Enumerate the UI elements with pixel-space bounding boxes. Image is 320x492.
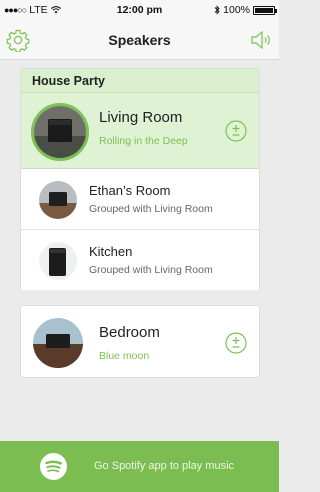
speaker-avatar [39, 181, 77, 219]
speaker-group-card: House Party Living Room Rolling in the D… [20, 68, 260, 290]
speaker-avatar [33, 318, 83, 368]
nav-bar: Speakers [0, 20, 279, 60]
group-member-row[interactable]: Kitchen Grouped with Living Room [21, 230, 259, 290]
plus-minus-icon[interactable] [225, 332, 247, 354]
group-status: Grouped with Living Room [89, 203, 213, 215]
battery-icon [253, 5, 277, 15]
spotify-icon [40, 453, 67, 480]
room-name: Living Room [99, 109, 183, 126]
group-status: Grouped with Living Room [89, 264, 213, 276]
plus-minus-icon[interactable] [225, 120, 247, 142]
speaker-card[interactable]: Bedroom Blue moon [20, 305, 260, 378]
page-title: Speakers [108, 32, 171, 48]
speaker-avatar [31, 103, 89, 161]
speaker-icon[interactable] [249, 28, 273, 52]
now-playing: Blue moon [99, 350, 150, 362]
now-playing: Rolling in the Deep [99, 135, 188, 147]
speaker-avatar [39, 242, 77, 280]
bluetooth-icon [214, 5, 220, 15]
room-name: Kitchen [89, 244, 133, 259]
status-right: 100% [214, 4, 277, 16]
spotify-label: Go Spotify app to play music [94, 460, 235, 472]
room-name: Ethan’s Room [89, 183, 171, 198]
group-lead-row[interactable]: Living Room Rolling in the Deep [21, 93, 259, 169]
group-member-row[interactable]: Ethan’s Room Grouped with Living Room [21, 169, 259, 230]
spotify-bar[interactable]: Go Spotify app to play music [0, 441, 279, 492]
group-name: House Party [21, 69, 259, 93]
room-name: Bedroom [99, 324, 160, 341]
battery-percent: 100% [223, 4, 250, 16]
status-bar: ●●●○○ LTE 12:00 pm 100% [0, 0, 279, 20]
